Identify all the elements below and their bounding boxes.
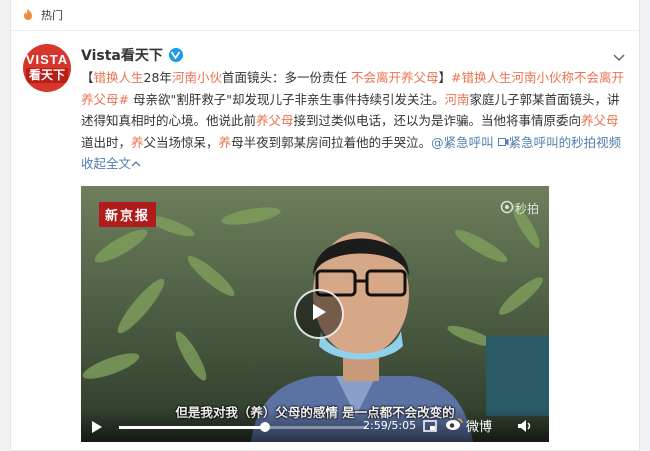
popout-icon[interactable] (423, 418, 439, 434)
weibo-brand: 微博 (466, 420, 493, 435)
time-display: 2:59/5:05 (363, 419, 417, 432)
fire-icon (21, 8, 35, 22)
control-play-icon[interactable] (91, 419, 103, 433)
volume-icon[interactable] (517, 418, 533, 434)
video-player[interactable]: 新京报 秒拍 但是我对我（养）父母的感情 是一点都不会改变的 2:59/5:05 (81, 186, 549, 442)
play-icon (310, 302, 328, 326)
collapse-link[interactable]: 收起全文 (81, 156, 141, 171)
hot-section-header: 热门 (11, 0, 639, 31)
play-button[interactable] (294, 289, 344, 339)
text-segment: 首面镜头：多一份责任 (221, 70, 351, 85)
verified-icon (168, 48, 183, 62)
keyword-link[interactable]: 不会离开养父母 (351, 70, 439, 85)
text-segment: 母亲欲"割肝救子"却发现儿子非亲生事件持续引发关注。 (128, 91, 445, 107)
mention-link[interactable]: @紧急呼叫 (431, 135, 494, 150)
avatar[interactable]: VISTA 看天下 (23, 44, 71, 92)
username[interactable]: Vista看天下 (81, 45, 163, 65)
text-bracket-open: 【 (81, 70, 94, 85)
keyword-link[interactable]: 养 (219, 135, 232, 150)
news-logo: 新京报 (99, 202, 157, 227)
keyword-link[interactable]: 错换人生 (94, 70, 144, 85)
keyword-link[interactable]: 河南 (444, 92, 469, 107)
chevron-down-icon[interactable] (613, 48, 625, 62)
text-segment: 道出时， (81, 134, 132, 150)
progress-handle[interactable] (260, 422, 271, 432)
collapse-label: 收起全文 (81, 156, 132, 171)
avatar-text-bottom: 看天下 (25, 68, 68, 83)
text-bracket-close: 】 (438, 70, 451, 85)
text-segment: 28年 (143, 70, 172, 85)
chevron-up-icon (131, 156, 141, 171)
hot-label: 热门 (41, 9, 63, 22)
weibo-post-card: 热门 VISTA 看天下 Vista看天下 【错换人生28年河南小伙首面镜头：多… (10, 0, 640, 451)
video-controls: 2:59/5:05 微博 (81, 408, 549, 442)
video-link-icon (497, 135, 509, 150)
username-row: Vista看天下 (81, 45, 183, 65)
weibo-logo: 微博 (445, 416, 492, 435)
video-link-text: 紧急呼叫的秒拍视频 (508, 134, 622, 150)
weibo-icon (445, 417, 463, 435)
post-text: 【错换人生28年河南小伙首面镜头：多一份责任 不会离开养父母】#错换人生河南小伙… (81, 67, 626, 175)
text-segment: 接到过类似电话，还以为是诈骗。当他将事情原委向 (293, 113, 582, 128)
keyword-link[interactable]: 养父母 (581, 113, 619, 128)
keyword-link[interactable]: 河南小伙 (172, 70, 222, 85)
watermark-text: 秒拍 (514, 202, 539, 216)
text-segment: 母半夜到郭某房间拉着他的手哭泣。 (231, 134, 432, 150)
keyword-link[interactable]: 养 (131, 135, 144, 150)
camera-icon (499, 200, 515, 217)
keyword-link[interactable]: 养父母 (256, 113, 294, 128)
watermark: 秒拍 (499, 200, 539, 217)
video-link[interactable]: 紧急呼叫的秒拍视频 (497, 134, 622, 150)
text-segment: 父当场惊呆， (143, 134, 219, 150)
progress-bar[interactable] (119, 422, 367, 432)
avatar-text-top: VISTA (25, 52, 69, 67)
progress-fill (119, 426, 266, 429)
